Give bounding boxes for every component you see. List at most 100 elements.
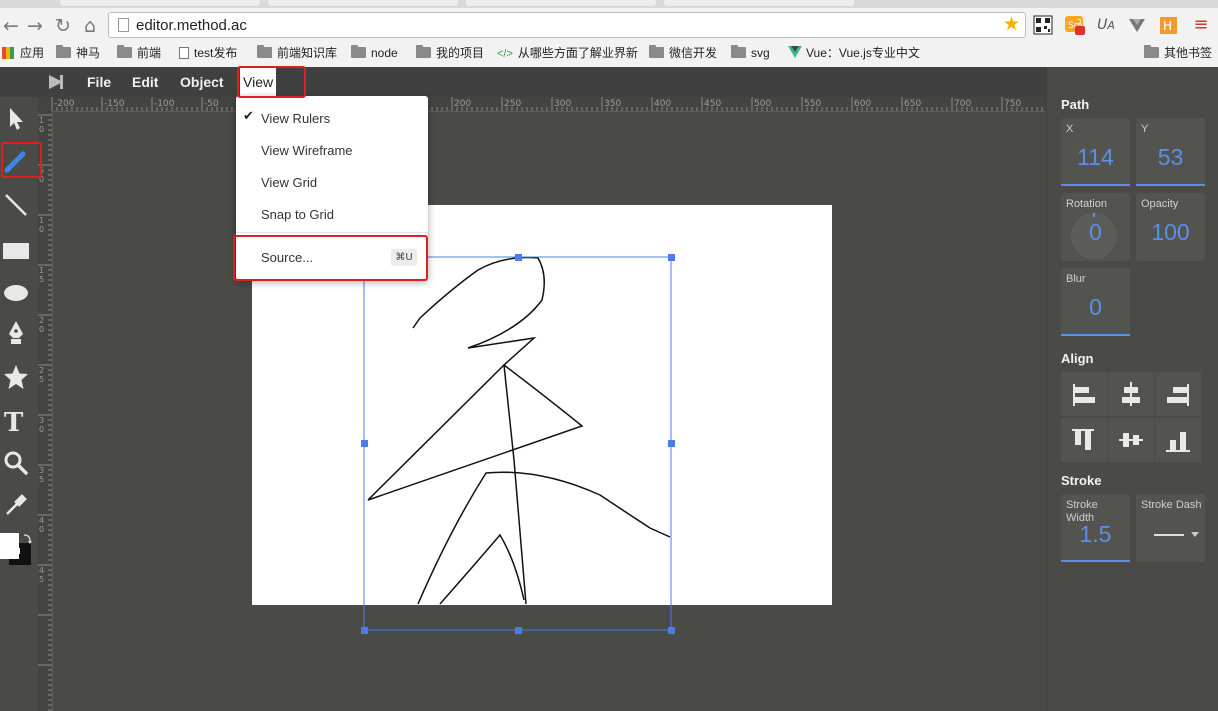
- pen-tool-icon[interactable]: [2, 319, 30, 347]
- rotation-field[interactable]: Rotation 0: [1061, 193, 1130, 261]
- shortcut-badge: ⌘U: [391, 249, 417, 266]
- ruler-label: 1: [39, 216, 44, 225]
- eyedropper-tool-icon[interactable]: [2, 491, 30, 519]
- bookmark-link[interactable]: </> 从哪些方面了解业界新: [497, 44, 638, 62]
- browser-tab[interactable]: [60, 0, 260, 6]
- ruler-label: 750: [1004, 99, 1021, 109]
- ellipse-tool-icon[interactable]: [2, 279, 30, 307]
- ruler-label: -200: [54, 99, 75, 109]
- bookmark-folder[interactable]: 我的项目: [416, 44, 484, 62]
- ruler-label: 0: [39, 225, 44, 234]
- ruler-label: 400: [654, 99, 671, 109]
- code-icon: </>: [497, 48, 513, 60]
- stroke-width-field[interactable]: Stroke Width 1.5: [1061, 494, 1130, 562]
- ruler-vertical: 10501015202530354045: [38, 111, 53, 711]
- bookmark-folder[interactable]: svg: [731, 44, 770, 62]
- method-draw-logo-icon[interactable]: [48, 74, 64, 90]
- align-middle-icon[interactable]: [1108, 418, 1154, 462]
- pencil-tool-icon[interactable]: [2, 147, 30, 175]
- forward-icon[interactable]: →: [24, 15, 46, 37]
- bookmark-apps[interactable]: 应用: [2, 44, 44, 62]
- bookmark-link[interactable]: test发布: [179, 44, 237, 62]
- bookmark-other[interactable]: 其他书签: [1144, 44, 1212, 62]
- browser-tab[interactable]: [664, 0, 854, 6]
- browser-chrome: ← → ↻ ⌂ editor.method.ac ★ Sm 2 UA H ≡ 应…: [0, 0, 1218, 68]
- menu-view[interactable]: View: [240, 67, 276, 97]
- ruler-horizontal: -200-150-100-500501001502002503003504004…: [38, 97, 1046, 112]
- align-left-icon[interactable]: [1061, 372, 1107, 416]
- folder-icon: [56, 45, 71, 58]
- align-top-icon[interactable]: [1061, 418, 1107, 462]
- ruler-label: 0: [39, 175, 44, 184]
- menu-item-source[interactable]: Source...: [261, 250, 313, 265]
- page-icon: [179, 47, 189, 59]
- folder-icon: [731, 45, 746, 58]
- fill-stroke-swatch[interactable]: [0, 531, 36, 571]
- menu-item-view-rulers[interactable]: View Rulers: [261, 111, 330, 126]
- bookmark-folder[interactable]: 微信开发: [649, 44, 717, 62]
- line-tool-icon[interactable]: [2, 191, 30, 219]
- vue-devtools-icon[interactable]: [1126, 14, 1148, 36]
- bookmarks-bar: 应用 神马 前端 test发布 前端知识库 node 我的项目 </> 从哪些方面…: [0, 42, 1218, 64]
- address-bar[interactable]: editor.method.ac ★: [108, 12, 1026, 38]
- ruler-label: 2: [39, 366, 44, 375]
- extension-icon[interactable]: H: [1158, 14, 1180, 36]
- text-tool-icon[interactable]: T: [2, 407, 30, 435]
- bookmark-folder[interactable]: 神马: [56, 44, 100, 62]
- home-icon[interactable]: ⌂: [79, 15, 101, 37]
- ruler-label: 5: [39, 275, 44, 284]
- qr-code-icon[interactable]: [1032, 14, 1054, 36]
- zoom-tool-icon[interactable]: [2, 449, 30, 477]
- ruler-label: 700: [954, 99, 971, 109]
- menu-edit[interactable]: Edit: [126, 67, 164, 97]
- ruler-label: 1: [39, 116, 44, 125]
- menu-object[interactable]: Object: [174, 67, 230, 97]
- menu-item-view-wireframe[interactable]: View Wireframe: [261, 143, 353, 158]
- x-value: 114: [1077, 144, 1114, 170]
- ruler-label: 200: [454, 99, 471, 109]
- ruler-label: -50: [204, 99, 219, 109]
- align-center-icon[interactable]: [1108, 372, 1154, 416]
- bookmark-link[interactable]: Vue：Vue.js专业中文: [788, 44, 920, 62]
- bookmark-folder[interactable]: 前端知识库: [257, 44, 337, 62]
- menu-file[interactable]: File: [81, 67, 117, 97]
- user-agent-icon[interactable]: UA: [1095, 14, 1117, 36]
- y-field[interactable]: Y 53: [1136, 118, 1205, 186]
- ruler-label: 450: [704, 99, 721, 109]
- bookmark-folder[interactable]: 前端: [117, 44, 161, 62]
- select-tool-icon[interactable]: [2, 105, 30, 133]
- sm-extension-icon[interactable]: Sm 2: [1064, 14, 1086, 36]
- menu-item-snap-to-grid[interactable]: Snap to Grid: [261, 207, 334, 222]
- page-icon: [118, 18, 129, 32]
- bookmark-star-icon[interactable]: ★: [1003, 13, 1020, 35]
- ruler-label: 250: [504, 99, 521, 109]
- menu-icon[interactable]: ≡: [1190, 14, 1212, 36]
- bookmark-folder[interactable]: node: [351, 44, 398, 62]
- reload-icon[interactable]: ↻: [52, 15, 74, 37]
- ruler-label: 5: [39, 475, 44, 484]
- folder-icon: [117, 45, 132, 58]
- opacity-field[interactable]: Opacity 100: [1136, 193, 1205, 261]
- align-bottom-icon[interactable]: [1155, 418, 1201, 462]
- back-icon[interactable]: ←: [0, 15, 22, 37]
- x-field[interactable]: X 114: [1061, 118, 1130, 186]
- ruler-label: 300: [554, 99, 571, 109]
- panel-title-align: Align: [1061, 351, 1094, 366]
- ruler-label: 5: [39, 575, 44, 584]
- star-tool-icon[interactable]: [2, 363, 30, 391]
- menu-item-view-grid[interactable]: View Grid: [261, 175, 317, 190]
- rectangle-tool-icon[interactable]: [2, 237, 30, 265]
- apps-icon: [2, 47, 14, 59]
- browser-tab[interactable]: [268, 0, 458, 6]
- browser-tab[interactable]: [466, 0, 656, 6]
- rotation-value: 0: [1089, 219, 1102, 245]
- stroke-dash-field[interactable]: Stroke Dash: [1136, 494, 1205, 562]
- ruler-label: 500: [754, 99, 771, 109]
- chevron-down-icon[interactable]: [1191, 532, 1199, 537]
- align-right-icon[interactable]: [1155, 372, 1201, 416]
- ruler-label: 0: [39, 125, 44, 134]
- blur-field[interactable]: Blur 0: [1061, 268, 1130, 336]
- tab-strip: [0, 0, 1218, 8]
- ruler-label: 3: [39, 466, 44, 475]
- panel-title-stroke: Stroke: [1061, 473, 1102, 488]
